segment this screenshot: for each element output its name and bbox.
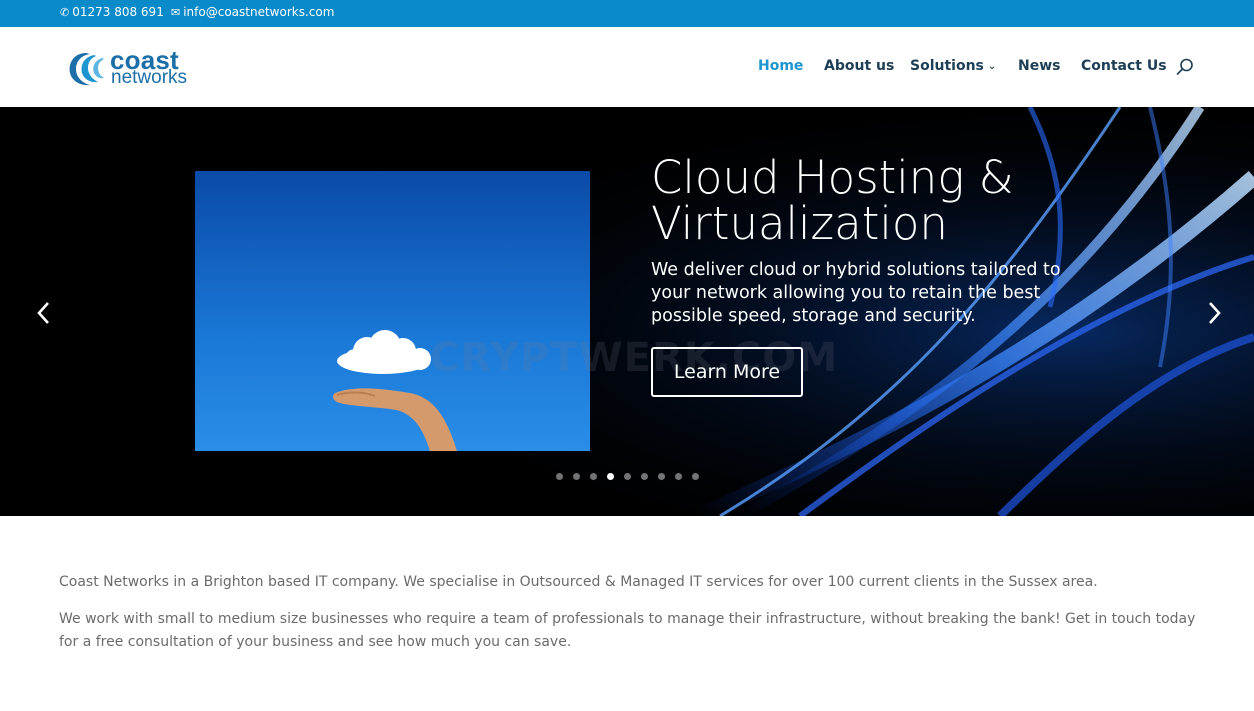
nav-solutions[interactable]: Solutions ⌄ (910, 58, 996, 74)
slider-dot[interactable] (692, 473, 699, 480)
slider-dot-active[interactable] (607, 473, 614, 480)
nav-solutions-label: Solutions (910, 58, 984, 74)
intro-content: Coast Networks in a Brighton based IT co… (59, 571, 1199, 668)
slider-dot[interactable] (641, 473, 648, 480)
phone-icon: ✆ (60, 5, 70, 19)
chevron-left-icon[interactable] (32, 297, 56, 329)
slider-dot[interactable] (556, 473, 563, 480)
slider-dot[interactable] (573, 473, 580, 480)
main-nav: Home About us Solutions ⌄ News Contact Us (0, 58, 1254, 78)
intro-paragraph-1: Coast Networks in a Brighton based IT co… (59, 574, 1098, 590)
slider-dot[interactable] (624, 473, 631, 480)
slide-description: We deliver cloud or hybrid solutions tai… (651, 260, 1061, 326)
chevron-down-icon: ⌄ (987, 61, 997, 72)
slider-pagination (556, 473, 699, 480)
slider-dot[interactable] (675, 473, 682, 480)
nav-news[interactable]: News (1018, 58, 1060, 74)
slider-dot[interactable] (590, 473, 597, 480)
search-icon[interactable] (1176, 58, 1194, 76)
nav-about-us[interactable]: About us (824, 58, 894, 74)
site-header: coast networks Home About us Solutions ⌄ … (0, 27, 1254, 107)
slide-image-cloud-hand (195, 171, 590, 451)
chevron-right-icon[interactable] (1202, 297, 1226, 329)
hero-slider: CRYPTWERK.COM Cloud Hosting & Virtualiza… (0, 107, 1254, 516)
nav-home[interactable]: Home (758, 58, 803, 74)
intro-paragraph-2: We work with small to medium size busine… (59, 611, 1196, 650)
phone-number: 01273 808 691 (72, 5, 164, 19)
slider-dot[interactable] (658, 473, 665, 480)
email-link[interactable]: ✉ info@coastnetworks.com (171, 5, 334, 19)
top-bar: ✆ 01273 808 691 ✉ info@coastnetworks.com (0, 0, 1254, 27)
email-address: info@coastnetworks.com (183, 5, 335, 19)
slide-title: Cloud Hosting & Virtualization (651, 151, 1014, 250)
learn-more-button[interactable]: Learn More (651, 347, 803, 397)
nav-contact-us[interactable]: Contact Us (1081, 58, 1167, 74)
phone-link[interactable]: ✆ 01273 808 691 (60, 5, 164, 19)
envelope-icon: ✉ (171, 5, 181, 19)
